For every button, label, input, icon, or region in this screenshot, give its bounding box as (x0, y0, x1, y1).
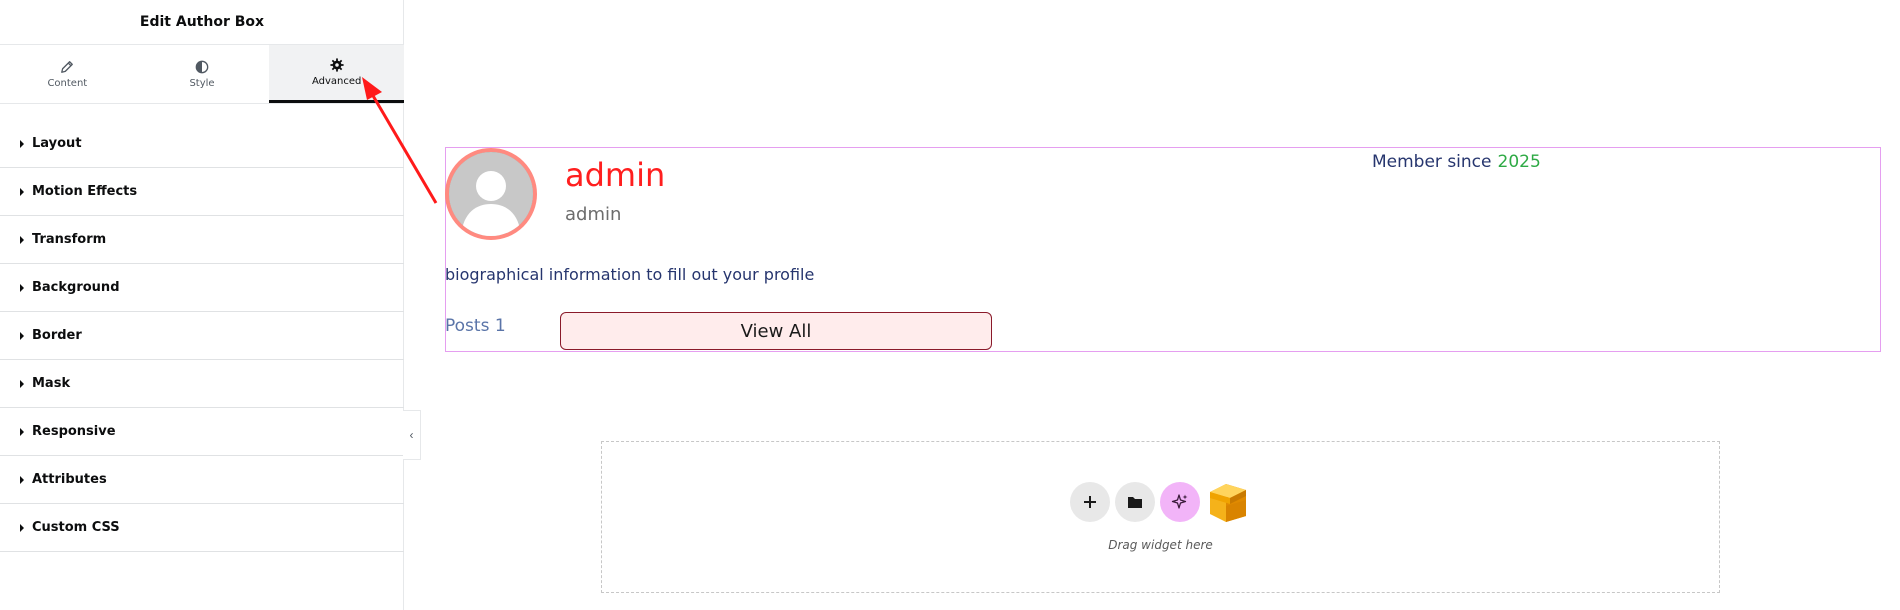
view-all-button[interactable]: View All (560, 312, 992, 350)
section-layout[interactable]: Layout (0, 120, 404, 168)
chevron-left-icon: ‹ (409, 428, 414, 442)
caret-right-icon (20, 283, 24, 292)
section-transform[interactable]: Transform (0, 216, 404, 264)
folder-icon (1128, 497, 1142, 508)
section-attributes[interactable]: Attributes (0, 456, 404, 504)
section-custom-css[interactable]: Custom CSS (0, 504, 404, 552)
panel-collapse-button[interactable]: ‹ (403, 410, 421, 460)
caret-right-icon (20, 475, 24, 484)
caret-right-icon (20, 139, 24, 148)
tab-advanced-label: Advanced (311, 76, 362, 87)
tab-content[interactable]: Content (0, 45, 135, 103)
tab-style[interactable]: Style (135, 45, 270, 103)
section-label: Border (32, 328, 82, 343)
section-label: Background (32, 280, 120, 295)
author-posts-count: Posts 1 (445, 316, 506, 336)
author-bio: biographical information to fill out you… (445, 265, 815, 284)
section-label: Layout (32, 136, 82, 151)
member-since: Member since 2025 (1372, 152, 1541, 172)
section-label: Attributes (32, 472, 107, 487)
drop-zone[interactable] (601, 441, 1720, 593)
drag-widget-hint: Drag widget here (1108, 538, 1213, 552)
caret-right-icon (20, 523, 24, 532)
add-icon (1084, 496, 1096, 508)
panel-title: Edit Author Box (0, 0, 404, 45)
section-background[interactable]: Background (0, 264, 404, 312)
section-responsive[interactable]: Responsive (0, 408, 404, 456)
section-label: Mask (32, 376, 71, 391)
template-library-button[interactable] (1115, 482, 1155, 522)
panel-tabs: Content Style Advanced (0, 45, 405, 104)
author-username: admin (565, 204, 622, 225)
caret-right-icon (20, 331, 24, 340)
pencil-icon (61, 60, 74, 73)
caret-right-icon (20, 427, 24, 436)
caret-right-icon (20, 379, 24, 388)
editor-panel: Edit Author Box Content Style Advanced L… (0, 0, 405, 610)
section-label: Custom CSS (32, 520, 120, 535)
tab-style-label: Style (189, 77, 215, 89)
sparkle-icon (1171, 494, 1188, 509)
theme-builder-button[interactable] (1206, 480, 1252, 524)
gear-icon (330, 58, 344, 72)
section-border[interactable]: Border (0, 312, 404, 360)
tab-advanced[interactable]: Advanced (269, 45, 405, 103)
section-label: Transform (32, 232, 107, 247)
author-name[interactable]: admin (565, 156, 665, 194)
settings-sections: Layout Motion Effects Transform Backgrou… (0, 120, 404, 552)
section-label: Responsive (32, 424, 116, 439)
section-mask[interactable]: Mask (0, 360, 404, 408)
add-section-button[interactable] (1070, 482, 1110, 522)
member-since-label: Member since (1372, 152, 1492, 172)
author-avatar (445, 148, 537, 240)
ai-assistant-button[interactable] (1160, 482, 1200, 522)
caret-right-icon (20, 235, 24, 244)
cube-icon (1210, 484, 1246, 522)
contrast-icon (195, 60, 209, 73)
section-label: Motion Effects (32, 184, 138, 199)
user-silhouette-icon (449, 152, 533, 236)
section-motion-effects[interactable]: Motion Effects (0, 168, 404, 216)
tab-content-label: Content (47, 77, 88, 89)
caret-right-icon (20, 187, 24, 196)
member-since-year: 2025 (1497, 152, 1541, 172)
